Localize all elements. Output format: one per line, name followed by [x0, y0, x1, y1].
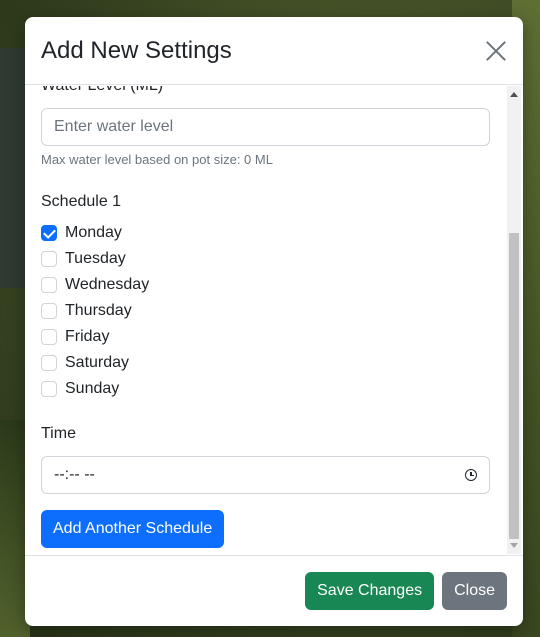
scroll-down-arrow-icon[interactable] — [510, 543, 518, 548]
add-schedule-button[interactable]: Add Another Schedule — [41, 510, 225, 548]
checkbox-monday[interactable] — [41, 225, 57, 241]
day-tuesday[interactable]: Tuesday — [41, 246, 490, 272]
day-sunday[interactable]: Sunday — [41, 376, 490, 402]
scroll-up-arrow-icon[interactable] — [510, 92, 518, 97]
checkbox-sunday[interactable] — [41, 381, 57, 397]
time-label: Time — [41, 425, 76, 442]
checkbox-tuesday[interactable] — [41, 251, 57, 267]
clock-icon[interactable] — [465, 469, 477, 481]
checkbox-friday[interactable] — [41, 329, 57, 345]
day-saturday[interactable]: Saturday — [41, 350, 490, 376]
schedule-title: Schedule 1 — [41, 193, 122, 210]
modal-header: Add New Settings — [25, 17, 523, 85]
day-thursday[interactable]: Thursday — [41, 298, 490, 324]
close-button[interactable]: Close — [442, 572, 507, 610]
day-label: Saturday — [65, 354, 130, 371]
time-value: --:-- -- — [54, 466, 95, 483]
day-label: Wednesday — [65, 276, 150, 293]
day-friday[interactable]: Friday — [41, 324, 490, 350]
modal-body[interactable]: Water Level (ML) Enter water level Max w… — [25, 86, 523, 554]
days-list: Monday Tuesday Wednesday Thursday Friday — [41, 220, 490, 402]
modal-body-content: Water Level (ML) Enter water level Max w… — [41, 86, 490, 548]
settings-modal: Add New Settings Water Level (ML) Enter … — [25, 17, 523, 626]
modal-title: Add New Settings — [41, 36, 232, 64]
modal-scrollbar[interactable] — [507, 86, 521, 554]
day-monday[interactable]: Monday — [41, 220, 490, 246]
day-label: Thursday — [65, 302, 132, 319]
modal-footer: Save Changes Close — [25, 555, 523, 626]
time-input[interactable]: --:-- -- — [41, 456, 490, 494]
day-label: Tuesday — [65, 250, 126, 267]
checkbox-saturday[interactable] — [41, 355, 57, 371]
water-level-label: Water Level (ML) — [41, 86, 490, 98]
water-level-help: Max water level based on pot size: 0 ML — [41, 152, 273, 167]
background-panel — [0, 48, 26, 288]
checkbox-thursday[interactable] — [41, 303, 57, 319]
day-label: Monday — [65, 224, 122, 241]
day-label: Friday — [65, 328, 110, 345]
scroll-thumb[interactable] — [509, 233, 519, 539]
save-changes-button[interactable]: Save Changes — [305, 572, 435, 610]
day-wednesday[interactable]: Wednesday — [41, 272, 490, 298]
checkbox-wednesday[interactable] — [41, 277, 57, 293]
water-level-input[interactable]: Enter water level — [41, 108, 490, 146]
close-icon[interactable] — [485, 40, 507, 62]
day-label: Sunday — [65, 380, 120, 397]
